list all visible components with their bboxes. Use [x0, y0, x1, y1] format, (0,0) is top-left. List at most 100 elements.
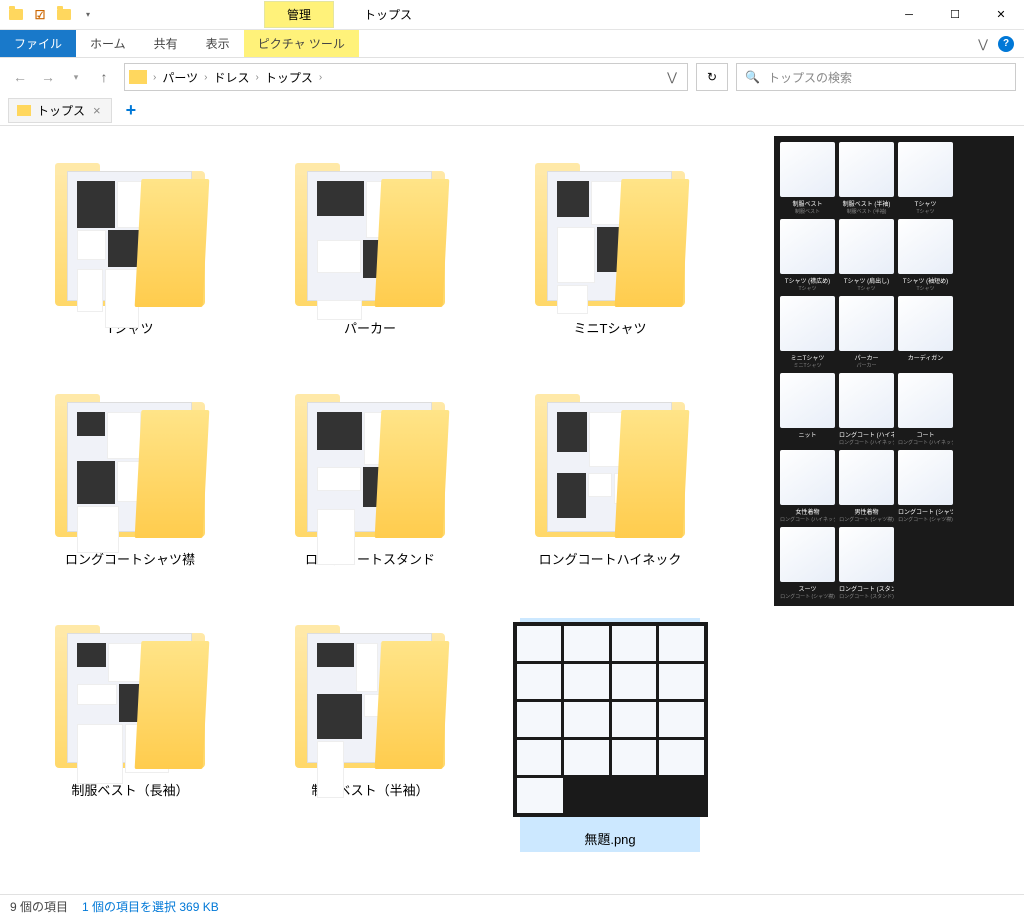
preview-sublabel: ロングコート (シャツ襟)	[839, 516, 894, 523]
back-button[interactable]: ←	[8, 65, 32, 89]
preview-sublabel: ロングコート (ハイネック)	[780, 516, 835, 523]
preview-cell: ミニTシャツミニTシャツ	[780, 296, 835, 369]
preview-label: ロングコート (ハイネック)	[839, 430, 894, 439]
chevron-right-icon[interactable]: ›	[319, 72, 322, 83]
folder-thumbnail	[55, 156, 205, 306]
status-selection: 1 個の項目を選択 369 KB	[82, 898, 219, 915]
preview-thumb	[898, 142, 953, 197]
folder-tab-strip: トップス × +	[0, 96, 1024, 126]
preview-thumb	[780, 142, 835, 197]
folder-icon	[129, 70, 147, 84]
preview-label: スーツ	[780, 584, 835, 593]
preview-cell: ロングコート (スタンド)ロングコート (スタンド)	[839, 527, 894, 600]
preview-sublabel: パーカー	[839, 362, 894, 369]
preview-cell: 制服ベスト制服ベスト	[780, 142, 835, 215]
preview-label: 男性着物	[839, 507, 894, 516]
ribbon-expand-icon[interactable]: ⋁	[978, 37, 988, 51]
breadcrumb-seg[interactable]: トップス	[259, 69, 319, 86]
preview-label: Tシャツ (袖短め)	[898, 276, 953, 285]
breadcrumb[interactable]: › パーツ › ドレス › トップス › ⋁	[124, 63, 688, 91]
preview-sublabel: Tシャツ	[898, 285, 953, 292]
properties-icon[interactable]: ☑	[32, 7, 48, 23]
preview-cell: ロングコート (ハイネック)ロングコート (ハイネック)	[839, 373, 894, 446]
item-label: ミニTシャツ	[574, 318, 647, 337]
titlebar: ☑ ▾ 管理 トップス ─ ☐ ✕	[0, 0, 1024, 30]
recent-dropdown[interactable]: ▾	[64, 65, 88, 89]
main-area: TシャツパーカーミニTシャツロングコートシャツ襟ロングコートスタンドロングコート…	[0, 126, 1024, 894]
folder-tab[interactable]: トップス ×	[8, 98, 112, 123]
file-item[interactable]: 無題.png	[520, 618, 700, 852]
preview-label: ミニTシャツ	[780, 353, 835, 362]
folder-item[interactable]: ロングコートハイネック	[520, 387, 700, 568]
preview-sublabel: ロングコート (ハイネック)	[898, 439, 953, 446]
maximize-button[interactable]: ☐	[932, 0, 978, 30]
preview-cell: スーツロングコート (シャツ襟)	[780, 527, 835, 600]
ribbon-share-tab[interactable]: 共有	[140, 30, 192, 57]
item-label: ロングコートハイネック	[539, 549, 682, 568]
ribbon-view-tab[interactable]: 表示	[192, 30, 244, 57]
add-tab-button[interactable]: +	[118, 100, 145, 121]
refresh-button[interactable]: ↻	[696, 63, 728, 91]
close-button[interactable]: ✕	[978, 0, 1024, 30]
ribbon-home-tab[interactable]: ホーム	[76, 30, 140, 57]
preview-cell: 男性着物ロングコート (シャツ襟)	[839, 450, 894, 523]
file-thumbnail	[513, 622, 708, 817]
preview-sublabel: ミニTシャツ	[780, 362, 835, 369]
folder-item[interactable]: ロングコートシャツ襟	[40, 387, 220, 568]
preview-image: 制服ベスト制服ベスト制服ベスト (半袖)制服ベスト (半袖)TシャツTシャツTシ…	[774, 136, 1014, 606]
preview-label: 制服ベスト	[780, 199, 835, 208]
preview-thumb	[780, 219, 835, 274]
window-controls: ─ ☐ ✕	[886, 0, 1024, 30]
preview-cell: Tシャツ (肩出し)Tシャツ	[839, 219, 894, 292]
folder-thumbnail	[295, 387, 445, 537]
minimize-button[interactable]: ─	[886, 0, 932, 30]
folder-thumbnail	[295, 156, 445, 306]
quick-access-toolbar: ☑ ▾	[0, 7, 104, 23]
search-input[interactable]: 🔍 トップスの検索	[736, 63, 1016, 91]
preview-sublabel: Tシャツ	[780, 285, 835, 292]
folder-item[interactable]: ロングコートスタンド	[280, 387, 460, 568]
status-item-count: 9 個の項目	[10, 898, 68, 915]
folder-thumbnail	[55, 618, 205, 768]
preview-cell: Tシャツ (襟広め)Tシャツ	[780, 219, 835, 292]
folder-item[interactable]: パーカー	[280, 156, 460, 337]
item-label: パーカー	[344, 318, 396, 337]
preview-sublabel: ロングコート (シャツ襟)	[898, 516, 953, 523]
ribbon-picture-tools-tab[interactable]: ピクチャ ツール	[244, 30, 359, 57]
preview-label: コート	[898, 430, 953, 439]
folder-thumbnail	[535, 156, 685, 306]
folder-item[interactable]: ミニTシャツ	[520, 156, 700, 337]
help-icon[interactable]: ?	[998, 36, 1014, 52]
preview-label: Tシャツ (襟広め)	[780, 276, 835, 285]
search-placeholder: トップスの検索	[768, 69, 852, 86]
navigation-bar: ← → ▾ ↑ › パーツ › ドレス › トップス › ⋁ ↻ 🔍 トップスの…	[0, 58, 1024, 96]
folder-icon[interactable]	[56, 7, 72, 23]
preview-thumb	[898, 296, 953, 351]
preview-thumb	[839, 527, 894, 582]
preview-cell: カーディガン	[898, 296, 953, 369]
preview-label: カーディガン	[898, 353, 953, 362]
folder-tab-label: トップス	[37, 102, 85, 119]
preview-label: 制服ベスト (半袖)	[839, 199, 894, 208]
preview-label: ロングコート (シャツ襟)	[898, 507, 953, 516]
folder-item[interactable]: Tシャツ	[40, 156, 220, 337]
folder-thumbnail	[295, 618, 445, 768]
qat-dropdown-icon[interactable]: ▾	[80, 7, 96, 23]
forward-button[interactable]: →	[36, 65, 60, 89]
breadcrumb-seg[interactable]: ドレス	[207, 69, 255, 86]
preview-thumb	[780, 450, 835, 505]
breadcrumb-seg[interactable]: パーツ	[156, 69, 204, 86]
preview-label: ニット	[780, 430, 835, 439]
preview-sublabel: ロングコート (ハイネック)	[839, 439, 894, 446]
items-view[interactable]: Tシャツパーカー ミニTシャツロングコートシャツ襟ロングコートスタンドロングコート…	[0, 126, 764, 894]
up-button[interactable]: ↑	[92, 65, 116, 89]
preview-cell: ニット	[780, 373, 835, 446]
preview-sublabel: Tシャツ	[898, 208, 953, 215]
ribbon-file-tab[interactable]: ファイル	[0, 30, 76, 57]
folder-item[interactable]: 制服ベスト（長袖）	[40, 618, 220, 852]
preview-thumb	[898, 219, 953, 274]
breadcrumb-dropdown-icon[interactable]: ⋁	[661, 70, 683, 84]
folder-item[interactable]: 制服ベスト（半袖）	[280, 618, 460, 852]
contextual-tab-manage[interactable]: 管理	[264, 1, 334, 28]
tab-close-icon[interactable]: ×	[91, 103, 103, 118]
